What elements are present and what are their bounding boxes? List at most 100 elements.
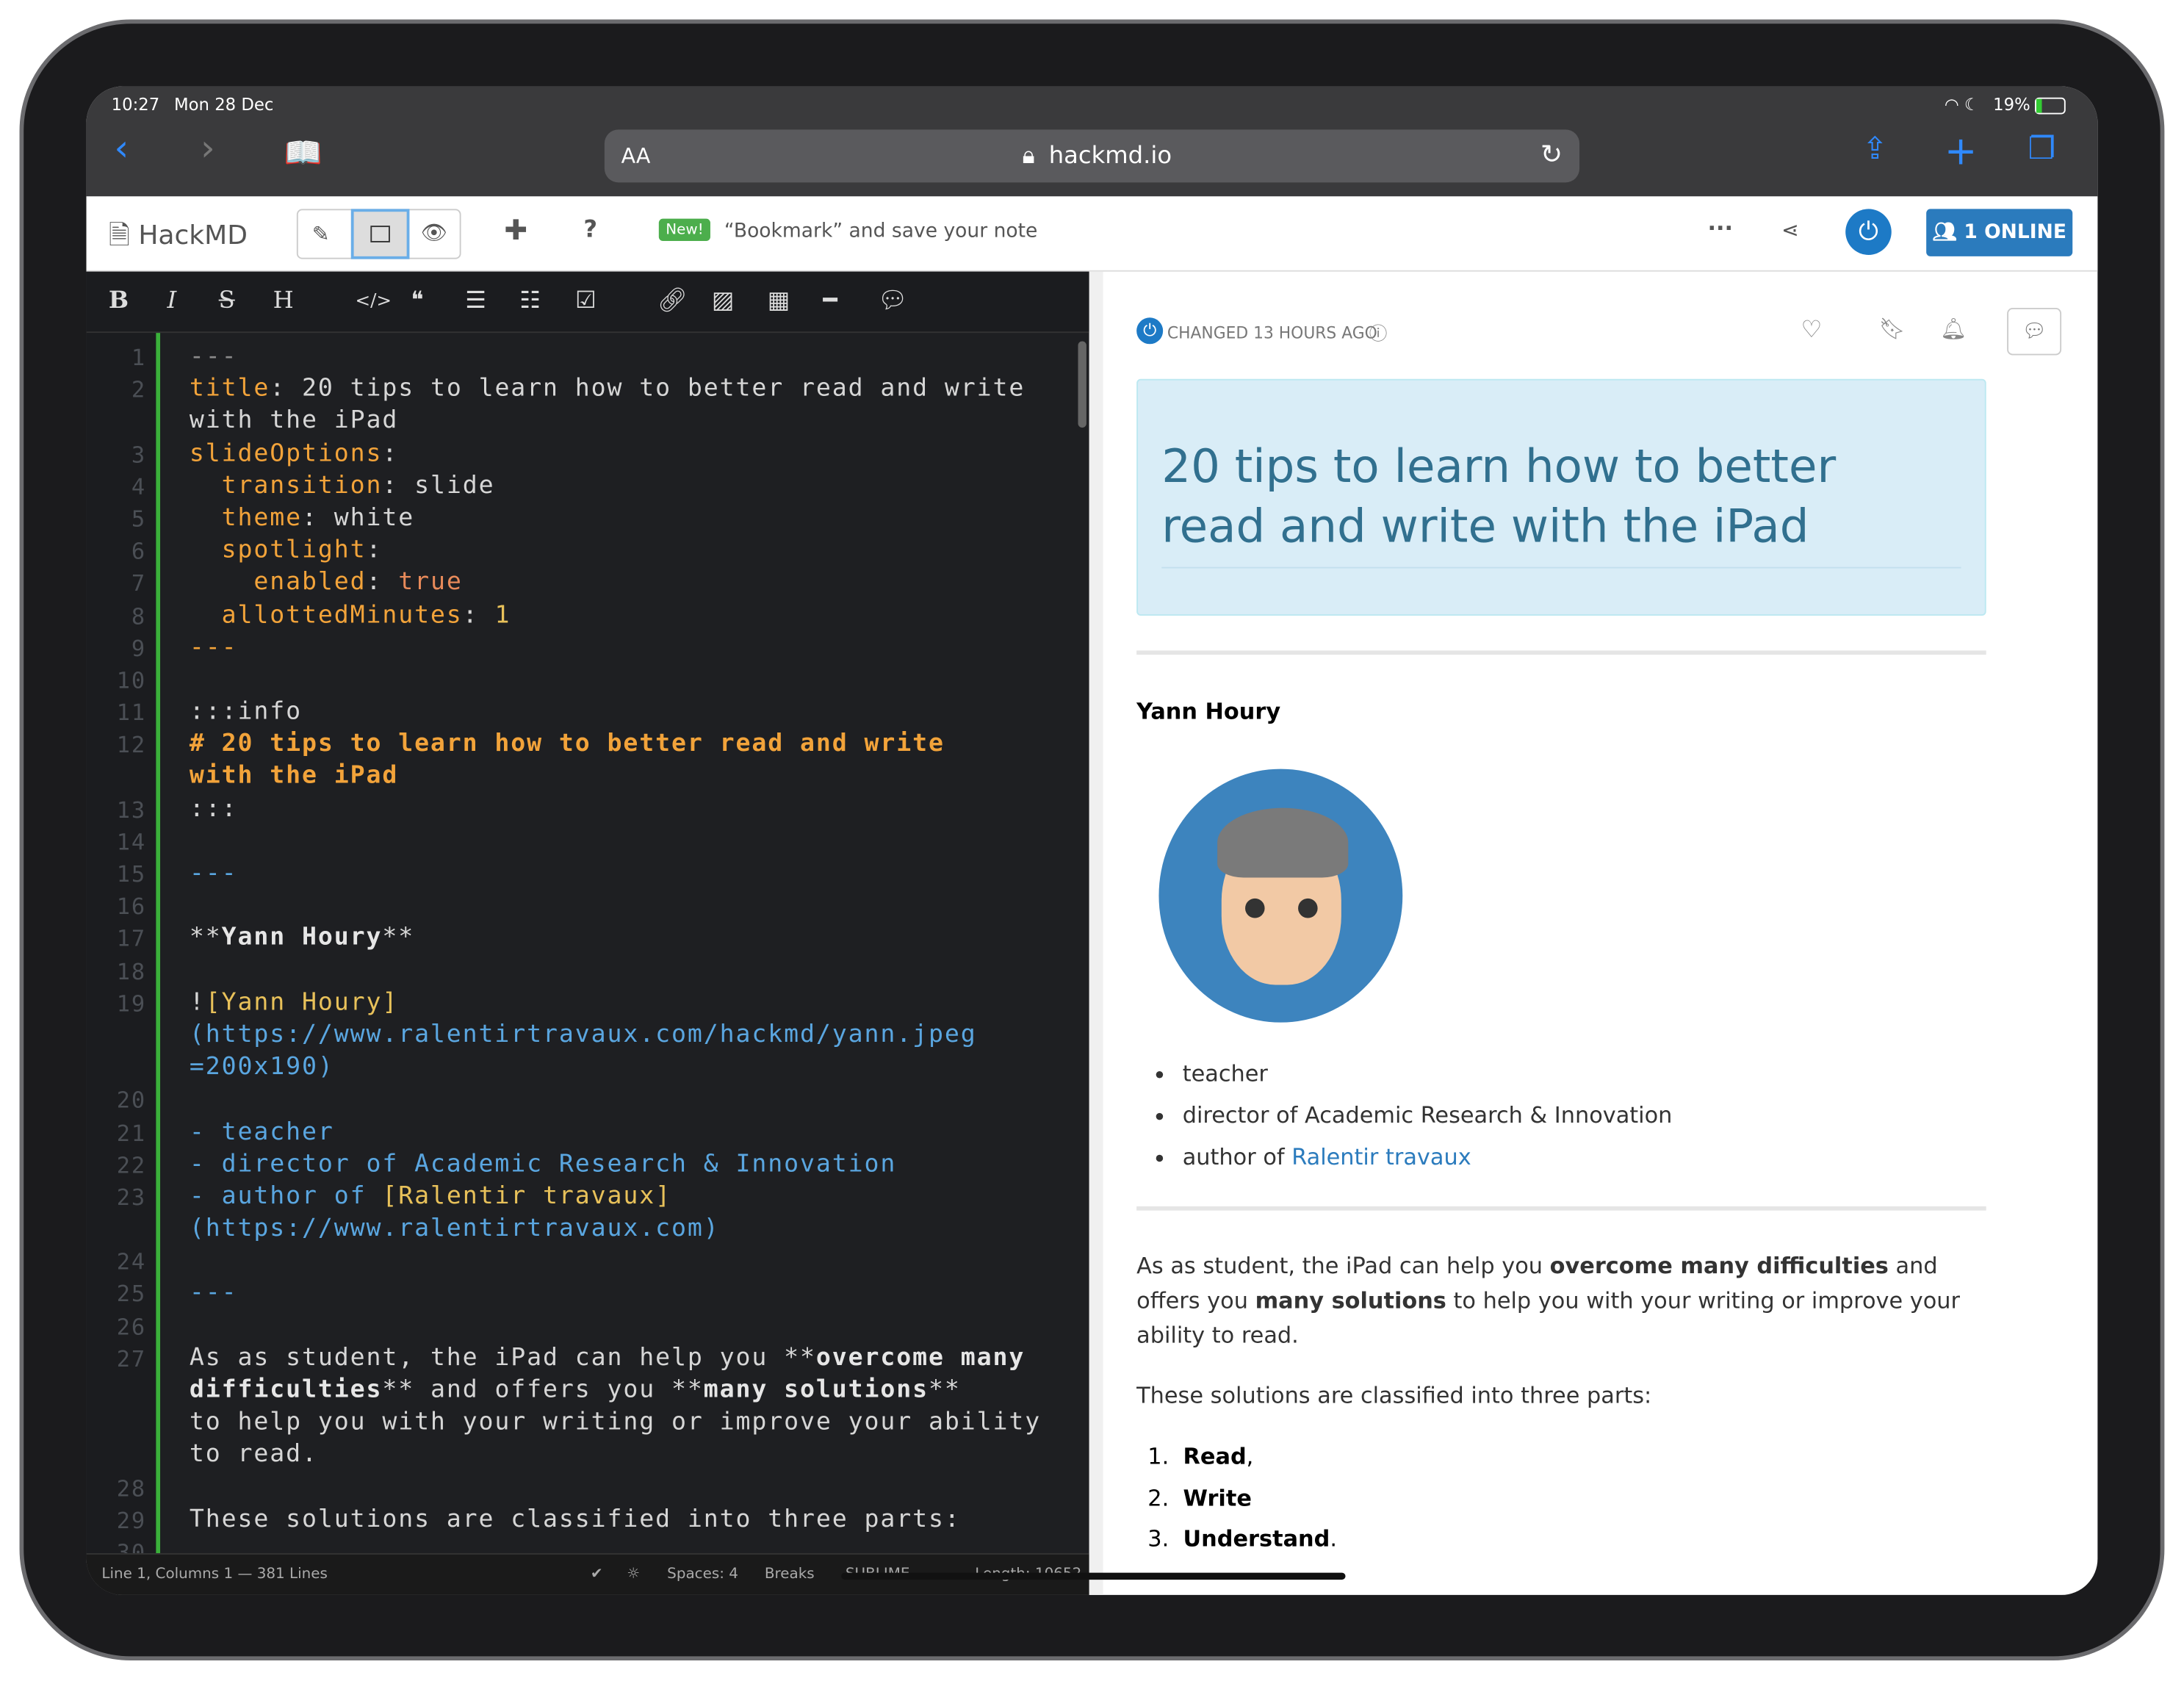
code-token: enabled (189, 569, 367, 597)
text-size-button[interactable]: AA (621, 143, 651, 168)
code-line[interactable]: 28 (87, 1472, 1078, 1504)
code-line[interactable]: 21 - teacher (87, 1117, 1078, 1149)
code-line[interactable]: with the iPad (87, 761, 1078, 793)
code-line[interactable]: to read. (87, 1439, 1078, 1472)
settings-icon[interactable]: ☼ (627, 1566, 640, 1583)
italic-button[interactable]: I (167, 287, 177, 315)
code-line[interactable]: 16 (87, 890, 1078, 923)
address-bar[interactable]: AA 🔒︎ hackmd.io ↻ (604, 129, 1580, 183)
line-text: with the iPad (190, 761, 398, 793)
share-icon[interactable]: ⇪ (1862, 132, 1888, 167)
code-line[interactable]: (https://www.ralentirtravaux.com/hackmd/… (87, 1020, 1078, 1052)
code-line[interactable]: 27 As as student, the iPad can help you *… (87, 1342, 1078, 1375)
hackmd-logo[interactable]: 🗎︎ HackMD (109, 216, 248, 261)
code-line[interactable]: to help you with your writing or improve… (87, 1407, 1078, 1439)
code-line[interactable]: 18 (87, 955, 1078, 987)
code-line[interactable]: 26 (87, 1310, 1078, 1342)
code-button[interactable]: </> (355, 291, 392, 312)
line-text: transition: slide (190, 470, 495, 503)
tabs-icon[interactable]: ❐ (2028, 132, 2055, 167)
code-area[interactable]: 1 --- 2 title: 20 tips to learn how to bett… (87, 342, 1078, 1569)
code-line[interactable]: 5 theme: white (87, 503, 1078, 535)
quote-button[interactable]: ❝ (411, 287, 423, 315)
code-line[interactable]: 15 --- (87, 858, 1078, 890)
line-number: 10 (116, 666, 147, 694)
back-icon[interactable]: ‹ (114, 128, 129, 170)
share-icon[interactable]: ⋖ (1781, 217, 1799, 242)
code-line[interactable]: 3 slideOptions: (87, 438, 1078, 470)
heart-icon[interactable]: ♡ (1801, 316, 1823, 344)
bookmarks-icon[interactable]: 📖 (284, 137, 322, 171)
view-mode-icon[interactable]: 👁︎ (421, 220, 447, 245)
online-button[interactable]: 👥︎ 1 ONLINE (1926, 209, 2073, 256)
code-line[interactable]: 25 --- (87, 1278, 1078, 1310)
horizontal-rule-button[interactable]: ━ (823, 287, 837, 315)
code-token: ** (929, 1376, 961, 1405)
forward-icon[interactable]: › (201, 128, 215, 170)
code-line[interactable]: 1 --- (87, 342, 1078, 374)
code-line[interactable]: 7 enabled: true (87, 567, 1078, 600)
code-line[interactable]: 6 spotlight: (87, 535, 1078, 567)
code-line[interactable]: 22 - director of Academic Research & Inno… (87, 1149, 1078, 1181)
heading-button[interactable]: H (273, 287, 294, 315)
line-text: As as student, the iPad can help you **o… (190, 1342, 1025, 1375)
user-avatar-icon[interactable]: ⏻ (1845, 209, 1892, 255)
reload-icon[interactable]: ↻ (1540, 140, 1563, 170)
line-number: 2 (131, 376, 147, 403)
link-button[interactable]: 🔗︎ (657, 287, 688, 315)
checklist-button[interactable]: ☑ (575, 287, 597, 315)
bold-button[interactable]: B (109, 287, 129, 315)
code-line[interactable]: 2 title: 20 tips to learn how to better r… (87, 373, 1078, 406)
lock-icon: 🔒︎ (1022, 142, 1035, 170)
image-button[interactable]: ▨ (712, 287, 734, 315)
code-line[interactable]: 8 allottedMinutes: 1 (87, 600, 1078, 632)
pane-divider[interactable]: ≡ (1089, 271, 1104, 1595)
announcement-link[interactable]: “Bookmark” and save your note (724, 220, 1037, 242)
code-line[interactable]: 23 - author of [Ralentir travaux] (87, 1181, 1078, 1214)
line-number: 7 (131, 570, 147, 597)
home-indicator[interactable] (841, 1572, 1346, 1580)
code-token: true (398, 569, 463, 597)
markdown-editor[interactable]: B I S H </> ❝ ☰ ☷ ☑ 🔗︎ ▨ ▦ ━ 💬︎ 1 --- 2 tit… (86, 271, 1089, 1595)
line-text: with the iPad (190, 406, 398, 438)
bell-icon[interactable]: 🔔︎ (1940, 316, 1967, 341)
code-line[interactable]: (https://www.ralentirtravaux.com) (87, 1214, 1078, 1246)
code-line[interactable]: 9 --- (87, 632, 1078, 664)
bullet-list-button[interactable]: ☰ (465, 287, 486, 315)
code-line[interactable]: 4 transition: slide (87, 470, 1078, 503)
new-tab-icon[interactable]: + (1945, 128, 1977, 174)
ralentir-link[interactable]: Ralentir travaux (1291, 1144, 1471, 1170)
new-note-icon[interactable]: ✚ (504, 213, 527, 247)
lint-icon[interactable]: ✔ (591, 1566, 603, 1583)
code-line[interactable]: 17 **Yann Houry** (87, 923, 1078, 955)
line-number: 4 (131, 473, 147, 500)
code-line[interactable]: 24 (87, 1245, 1078, 1278)
breaks-setting[interactable]: Breaks (765, 1566, 815, 1583)
code-line[interactable]: =200x190) (87, 1052, 1078, 1084)
code-line[interactable]: 20 (87, 1084, 1078, 1117)
bookmark-icon[interactable]: 🔖︎ (1879, 316, 1906, 341)
indent-setting[interactable]: Spaces: 4 (667, 1566, 738, 1583)
edit-mode-icon[interactable]: ✎ (312, 221, 330, 246)
code-line[interactable]: with the iPad (87, 406, 1078, 438)
numbered-list-button[interactable]: ☷ (519, 287, 541, 315)
code-line[interactable]: difficulties** and offers you **many sol… (87, 1375, 1078, 1407)
split-mode-icon[interactable] (350, 209, 410, 259)
page-title: 20 tips to learn how to better read and … (1161, 439, 1837, 553)
code-line[interactable]: 19 ![Yann Houry] (87, 987, 1078, 1020)
table-button[interactable]: ▦ (768, 287, 790, 315)
code-line[interactable]: 13::: (87, 793, 1078, 826)
comments-icon[interactable]: 💬︎ (2007, 308, 2062, 356)
code-line[interactable]: 14 (87, 826, 1078, 858)
more-icon[interactable]: ··· (1707, 215, 1733, 241)
code-line[interactable]: 10 (87, 664, 1078, 696)
editor-scrollbar[interactable] (1078, 341, 1086, 428)
code-line[interactable]: 11:::info (87, 696, 1078, 729)
strikethrough-button[interactable]: S (219, 287, 235, 315)
code-line[interactable]: 29 These solutions are classified into th… (87, 1504, 1078, 1536)
comment-button[interactable]: 💬︎ (877, 287, 907, 315)
code-line[interactable]: 12 # 20 tips to learn how to better read … (87, 729, 1078, 761)
parts-paragraph: These solutions are classified into thre… (1136, 1381, 1652, 1408)
info-icon[interactable]: ⓘ (1369, 319, 1388, 345)
help-icon[interactable]: ? (583, 216, 597, 244)
